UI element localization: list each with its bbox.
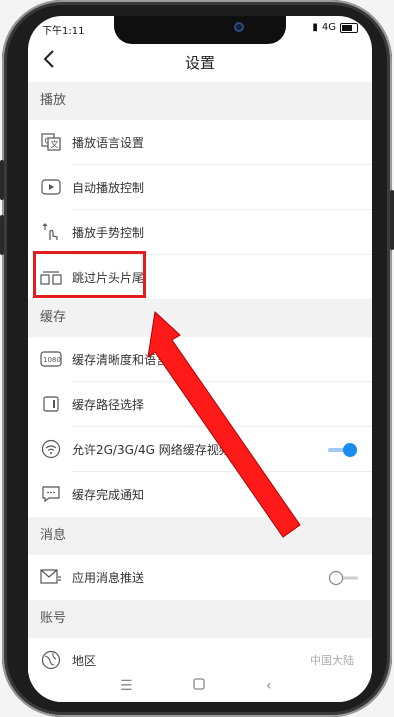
region-value: 中国大陆 [310, 654, 354, 667]
setting-label: 缓存路径选择 [72, 397, 145, 412]
language-icon: G文 [40, 133, 62, 151]
section-header-messages: 消息 [28, 517, 372, 555]
setting-label: 缓存清晰度和语言 [72, 352, 169, 367]
setting-label: 地区 [72, 653, 97, 668]
page-title: 设置 [184, 54, 215, 72]
svg-text:1080: 1080 [43, 356, 61, 364]
menu-icon[interactable]: ☰ [120, 678, 133, 694]
setting-autoplay[interactable]: 自动播放控制 [28, 165, 372, 209]
mail-icon [40, 568, 62, 586]
screen: 下午1:11 ▮ 4G 设置 播放 G文 播放语言设置 自动播放控制 [28, 16, 372, 702]
setting-push-notifications[interactable]: 应用消息推送 [28, 555, 372, 599]
status-time: 下午1:11 [42, 26, 85, 37]
battery-icon [340, 22, 358, 33]
setting-cache-notify[interactable]: 缓存完成通知 [28, 472, 372, 516]
resolution-1080-icon: 1080 [40, 350, 62, 368]
setting-gesture[interactable]: 播放手势控制 [28, 210, 372, 254]
setting-label: 自动播放控制 [72, 180, 145, 195]
chat-bubble-icon [40, 485, 62, 503]
section-header-account: 账号 [28, 600, 372, 638]
notch [114, 16, 286, 44]
setting-label: 应用消息推送 [72, 570, 145, 585]
play-icon [40, 178, 62, 196]
wifi-icon [40, 439, 62, 459]
status-right: ▮ 4G [312, 22, 358, 33]
highlight-box [33, 251, 146, 298]
front-camera [234, 22, 244, 32]
push-toggle[interactable] [328, 570, 358, 586]
setting-label: 播放手势控制 [72, 225, 145, 240]
setting-cache-quality[interactable]: 1080 缓存清晰度和语言 [28, 337, 372, 381]
setting-label: 缓存完成通知 [72, 487, 145, 502]
gesture-icon [40, 223, 62, 241]
svg-text:文: 文 [51, 139, 59, 149]
back-nav-icon[interactable]: ‹ [266, 678, 272, 694]
setting-cache-path[interactable]: 缓存路径选择 [28, 382, 372, 426]
setting-label: 允许2G/3G/4G 网络缓存视频 [72, 442, 231, 457]
setting-play-language[interactable]: G文 播放语言设置 [28, 120, 372, 164]
network-type: 4G [321, 22, 336, 33]
setting-label: 播放语言设置 [72, 135, 145, 150]
section-header-playback: 播放 [28, 82, 372, 120]
folder-path-icon [40, 395, 62, 413]
mobile-cache-toggle[interactable] [328, 443, 358, 457]
signal-icon: ▮ [312, 22, 318, 33]
section-header-cache: 缓存 [28, 299, 372, 337]
system-nav-bar: ☰ ‹ [28, 672, 372, 702]
phone-frame: 下午1:11 ▮ 4G 设置 播放 G文 播放语言设置 自动播放控制 [0, 0, 394, 717]
globe-icon [40, 650, 62, 670]
home-icon[interactable] [193, 678, 205, 694]
setting-mobile-cache[interactable]: 允许2G/3G/4G 网络缓存视频 [28, 427, 372, 471]
header: 设置 [28, 44, 372, 80]
